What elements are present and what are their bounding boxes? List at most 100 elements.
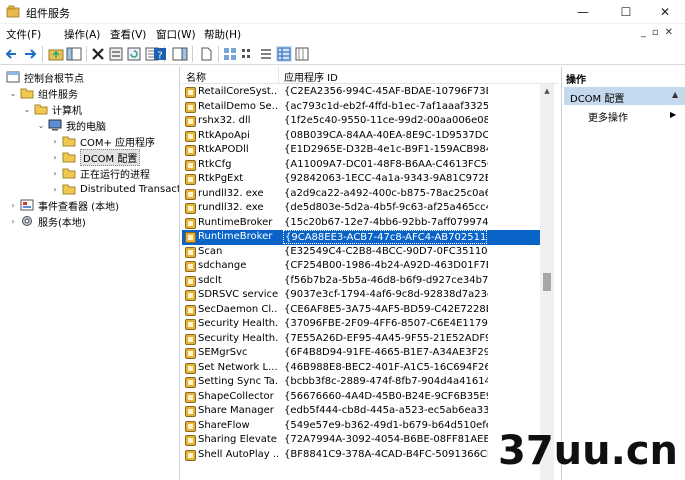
help-icon[interactable]: ? [152,46,168,62]
table-row[interactable]: Scan {E32549C4-C2B8-4BCC-90D7-0FC351109..… [182,245,544,260]
row-app-id: {9037e3cf-1794-4af6-9c8d-92838d7a23db} [284,289,488,300]
table-row[interactable]: Share Manager {edb5f444-cb8d-445a-a523-ec… [182,404,544,419]
table-row[interactable]: Security Health... {37096FBE-2F09-4FF6-85… [182,317,544,332]
table-row[interactable]: RuntimeBroker {15c20b67-12e7-4bb6-92bb-7a… [182,216,544,231]
table-row[interactable]: Set Network L... {46B988E8-BEC2-401F-A1C5… [182,361,544,376]
table-row[interactable]: ShapeCollector {56676660-4A4D-45B0-B24E-9… [182,390,544,405]
up-folder-icon[interactable] [48,46,64,62]
actions-section-dcom[interactable]: DCOM 配置 ▲ [564,87,685,105]
table-row[interactable]: RetailCoreSyst... {C2EA2356-994C-45AF-BDA… [182,85,544,100]
dcom-list[interactable]: 名称 应用程序 ID RetailCoreSyst... {C2EA2356-99… [182,67,558,480]
expand-icon[interactable]: › [50,137,60,146]
menu-window[interactable]: 窗口(W) [156,27,196,42]
collapse-icon[interactable]: ⌄ [36,121,46,130]
expand-icon[interactable]: › [50,169,60,178]
properties-icon[interactable] [108,46,124,62]
tree-node-running-processes[interactable]: › 正在运行的进程 [50,165,150,181]
table-row[interactable]: SecDaemon Cl... {CE6AF8E5-3A75-4AF5-BD59-… [182,303,544,318]
row-name: SEMgrSvc [198,347,248,358]
row-app-id: {9CA88EE3-ACB7-47c8-AFC4-AB702511C... [283,230,487,244]
table-row[interactable]: Setting Sync Ta... {bcbb3f8c-2889-474f-8f… [182,375,544,390]
expand-icon[interactable]: › [8,201,18,210]
refresh-icon[interactable] [126,46,142,62]
row-app-id: {72A7994A-3092-4054-B6BE-08FF81AEEF... [284,434,488,445]
more-actions-link[interactable]: 更多操作 [588,109,628,124]
tree-label: 服务(本地) [38,217,86,229]
collapse-up-icon[interactable]: ▲ [672,90,678,99]
scroll-up-arrow-icon[interactable]: ▲ [540,84,554,98]
table-row[interactable]: rundll32. exe {a2d9ca22-a492-400c-b875-78… [182,187,544,202]
menu-action[interactable]: 操作(A) [64,27,100,42]
new-document-icon[interactable] [198,46,214,62]
tree-label: Distributed Transact [80,183,180,195]
table-row[interactable]: sdclt {f56b7b2a-5b5a-46d8-b6f9-d927ce34b7… [182,274,544,289]
table-row[interactable]: SEMgrSvc {6F4B8D94-91FE-4665-B1E7-A34AE3F… [182,346,544,361]
table-row[interactable]: sdchange {CF254B00-1986-4b24-A92D-463D01F… [182,259,544,274]
collapse-icon[interactable]: ⌄ [22,105,32,114]
row-app-id: {C2EA2356-994C-45AF-BDAE-10796F73B... [284,86,488,97]
table-row[interactable]: Sharing Elevate... {72A7994A-3092-4054-B6… [182,433,544,448]
folder-icon [62,152,76,163]
close-button[interactable]: ✕ [645,0,685,24]
back-icon[interactable] [4,46,20,62]
app-component-icon [185,420,196,432]
scroll-thumb[interactable] [543,272,551,291]
show-hide-tree-icon[interactable] [66,46,82,62]
table-row[interactable]: ShareFlow {549e57e9-b362-49d1-b679-b64d51… [182,419,544,434]
tree-node-console-root[interactable]: 控制台根节点 [4,69,84,85]
app-component-icon [185,87,196,98]
table-row[interactable]: RtkApoApi {08B039CA-84AA-40EA-8E9C-1D9537… [182,129,544,144]
vertical-scrollbar[interactable]: ▲ [540,84,554,480]
maximize-button[interactable]: ☐ [606,0,646,24]
list-view-icon[interactable] [258,46,274,62]
tree-node-component-services[interactable]: ⌄ 组件服务 [8,85,78,101]
column-header-name[interactable]: 名称 [186,69,206,84]
table-row[interactable]: SDRSVC service {9037e3cf-1794-4af6-9c8d-9… [182,288,544,303]
column-header-app-id[interactable]: 应用程序 ID [284,69,338,84]
table-row[interactable]: RtkCfg {A11009A7-DC01-48F8-B6AA-C4613FC5C… [182,158,544,173]
expand-icon[interactable]: › [50,185,60,194]
menu-file[interactable]: 文件(F) [6,27,41,42]
menu-view[interactable]: 查看(V) [110,27,146,42]
app-component-icon [185,246,196,258]
tree-node-distributed-transaction[interactable]: › Distributed Transact [50,181,180,197]
row-name: RetailDemo Se... [198,100,278,112]
table-row[interactable]: RtkAPODll {E1D2965E-D32B-4e1c-B9F1-159ACB… [182,143,544,158]
app-component-icon [185,333,196,345]
table-row[interactable]: rshx32. dll {1f2e5c40-9550-11ce-99d2-00aa… [182,114,544,129]
row-name: ShareFlow [198,419,250,431]
mdi-controls[interactable]: _▫✕ [641,27,679,38]
table-row[interactable]: RuntimeBroker {9CA88EE3-ACB7-47c8-AFC4-AB… [182,230,544,245]
expand-icon[interactable]: › [8,217,18,226]
tree-node-services[interactable]: › 服务(本地) [8,213,86,229]
table-row[interactable]: Shell AutoPlay ... {BF8841C9-378A-4CAD-B4… [182,448,544,463]
minimize-button[interactable]: — [563,0,603,24]
delete-icon[interactable] [90,46,106,62]
large-icons-view-icon[interactable] [222,46,238,62]
expand-icon[interactable]: › [50,153,60,162]
show-hide-action-pane-icon[interactable] [172,46,188,62]
computer-icon [48,119,62,131]
detail-view-icon[interactable] [276,46,292,62]
table-row[interactable]: RtkPgExt {92842063-1ECC-4a1a-9343-9A81C97… [182,172,544,187]
menu-help[interactable]: 帮助(H) [204,27,241,42]
row-app-id: {37096FBE-2F09-4FF6-8507-C6E4E117989... [284,318,488,329]
tree-node-event-viewer[interactable]: › 事件查看器 (本地) [8,197,119,213]
table-row[interactable]: RetailDemo Se... {ac793c1d-eb2f-4ffd-b1ec… [182,100,544,115]
folder-icon [62,184,76,195]
console-tree[interactable]: 控制台根节点 ⌄ 组件服务 ⌄ 计算机 ⌄ 我的电脑 › COM+ 应用程序 ›… [0,67,180,480]
app-component-icon [185,304,196,316]
row-name: rundll32. exe [198,202,264,213]
collapse-icon[interactable]: ⌄ [8,89,18,98]
row-app-id: {bcbb3f8c-2889-474f-8fb7-904d4a416145} [284,376,488,387]
row-app-id: {A11009A7-DC01-48F8-B6AA-C4613FC5C... [284,158,488,170]
tree-node-computers[interactable]: ⌄ 计算机 [22,101,82,117]
table-row[interactable]: Security Health... {7E55A26D-EF95-4A45-9F… [182,332,544,347]
customize-view-icon[interactable] [294,46,310,62]
tree-node-my-computer[interactable]: ⌄ 我的电脑 [36,117,106,133]
forward-icon[interactable] [22,46,38,62]
table-row[interactable]: rundll32. exe {de5d803e-5d2a-4b5f-9c63-af… [182,201,544,216]
tree-node-com-applications[interactable]: › COM+ 应用程序 [50,133,155,149]
tree-node-dcom-config[interactable]: › DCOM 配置 [50,148,141,166]
small-icons-view-icon[interactable] [240,46,256,62]
